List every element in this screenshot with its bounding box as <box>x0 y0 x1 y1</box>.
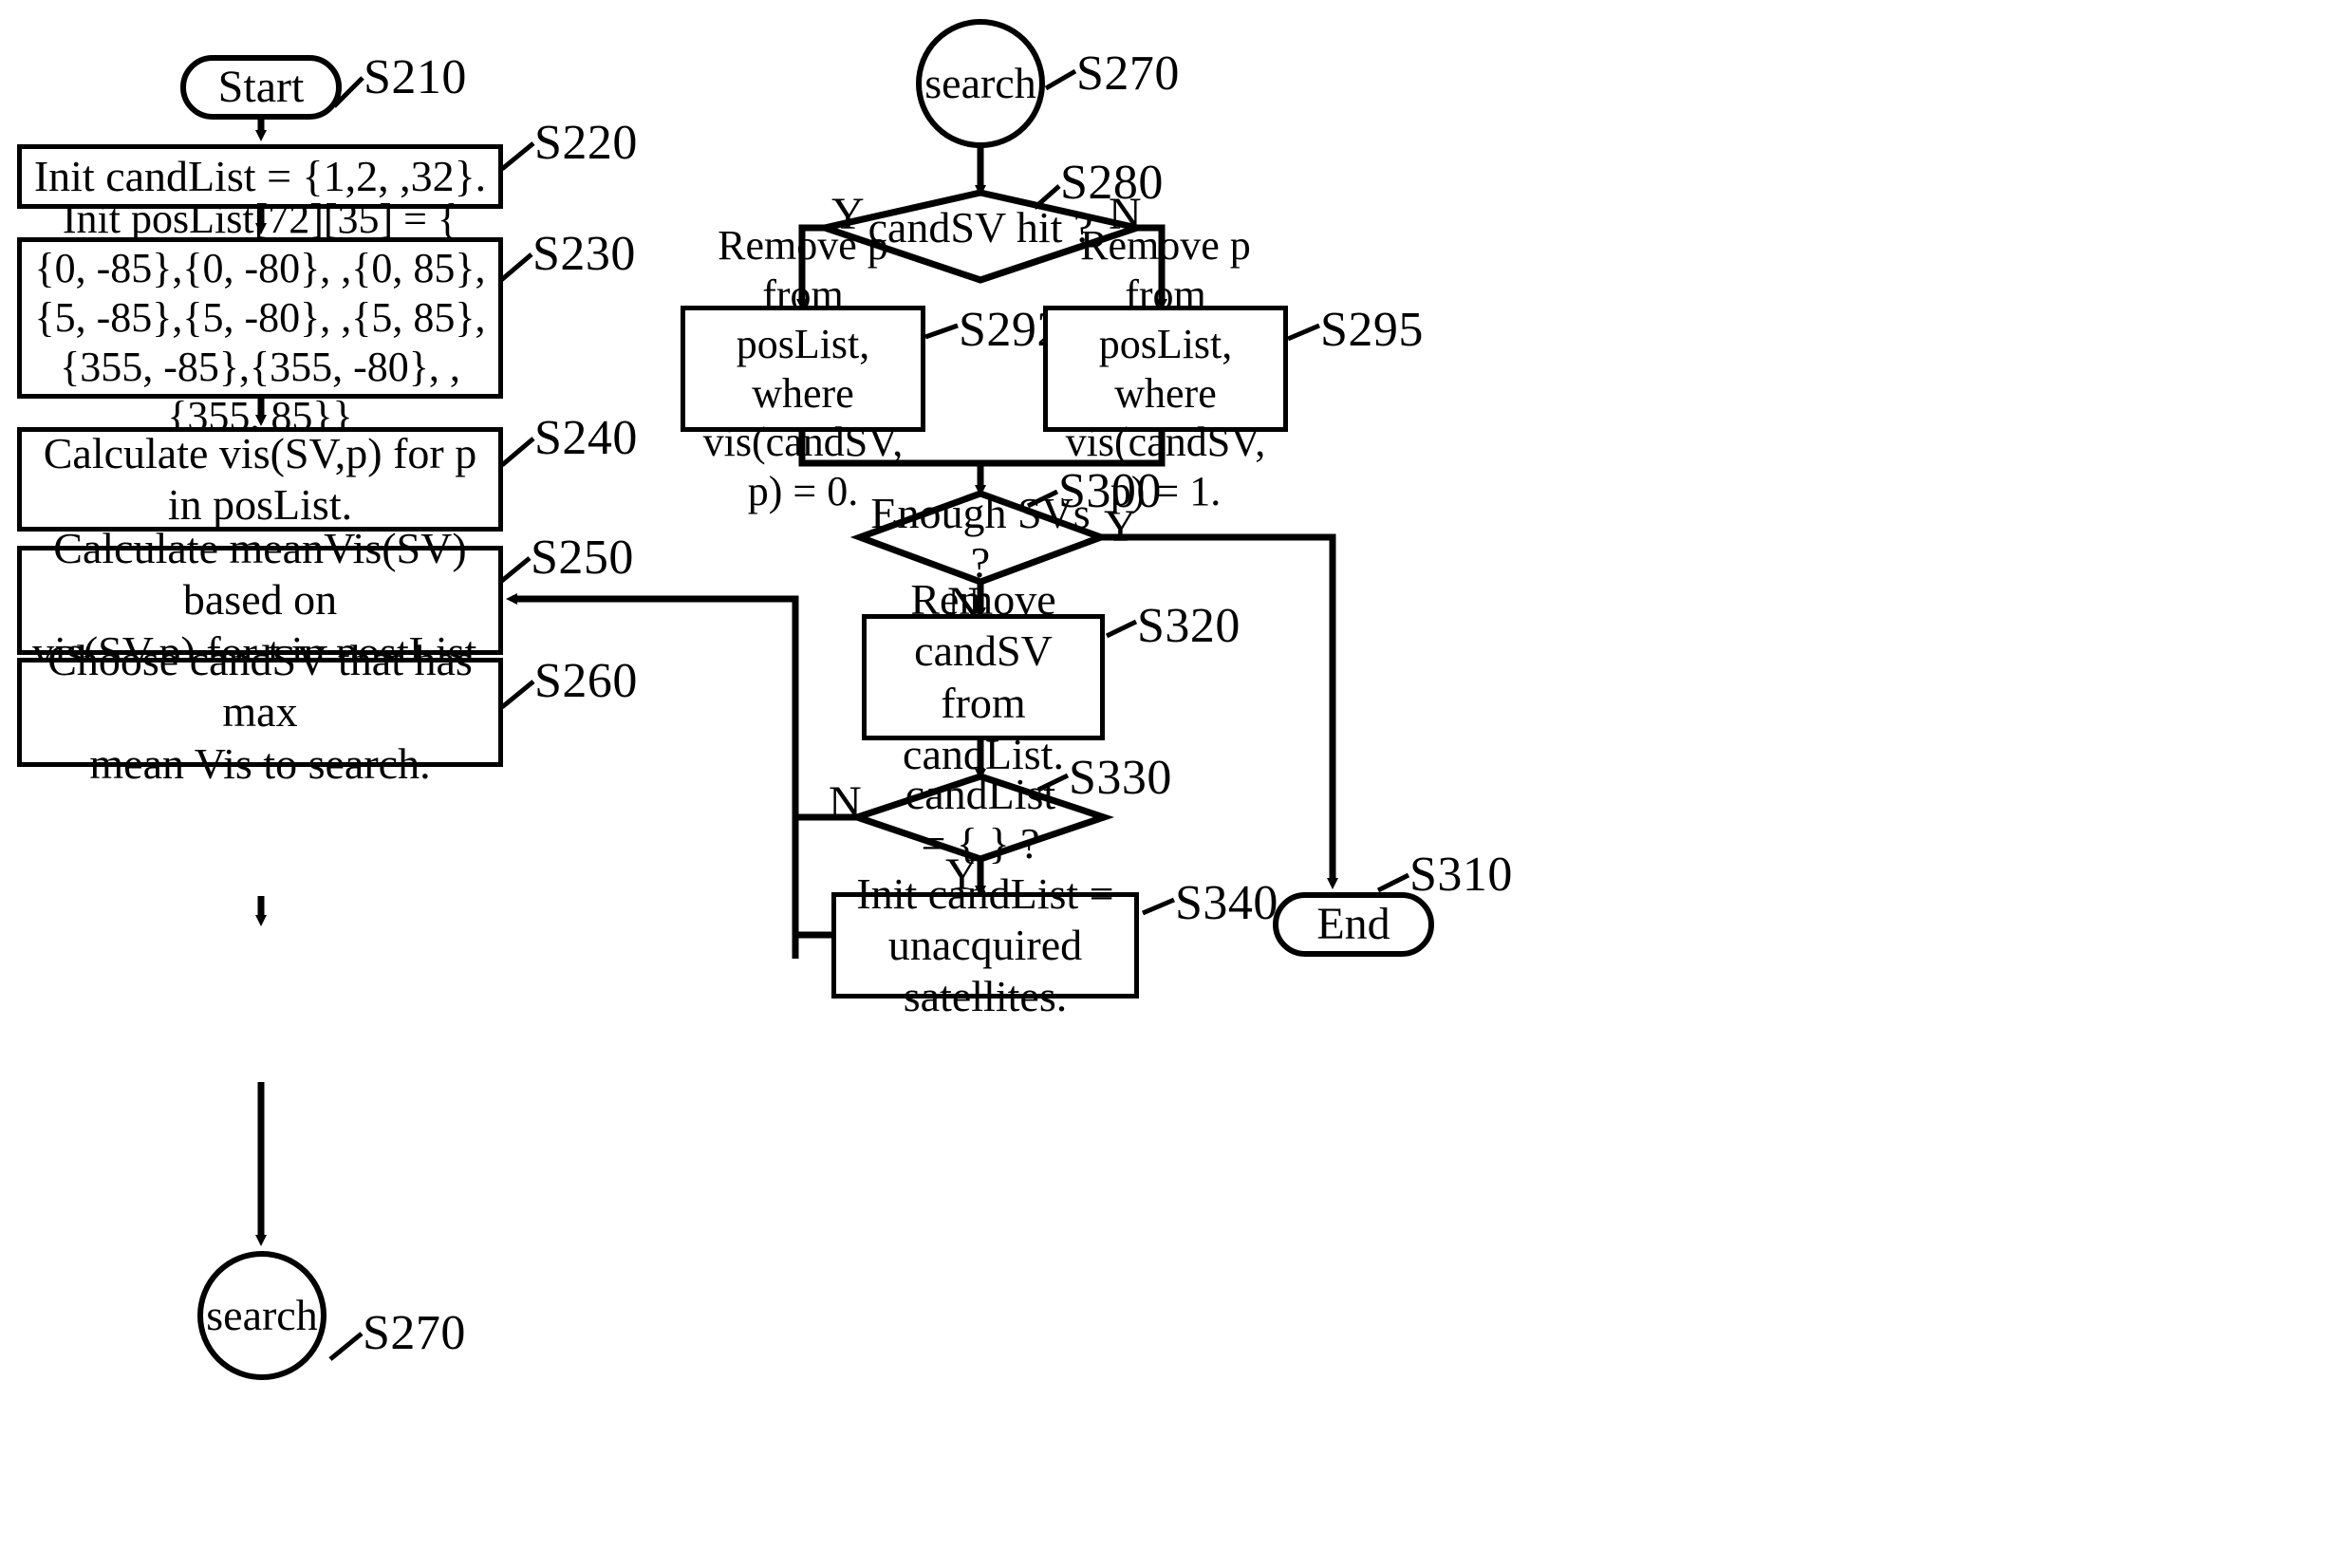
ref-s295: S295 <box>1320 303 1424 357</box>
calc-vis-label: Calculate vis(SV,p) for p in posList. <box>43 428 477 529</box>
remove-p-vis0-line-2: posList, where <box>736 320 870 417</box>
init-candlist-unacquired-box: Init candList = unacquired satellites. <box>831 869 1139 1020</box>
candlist-empty-line-2: = { } ? <box>921 819 1040 868</box>
candlist-empty-decision: candList = { } ? <box>887 770 1073 868</box>
remove-p-vis1-line-2: posList, where <box>1098 320 1233 417</box>
choose-candsv-line-2: mean Vis to search. <box>89 738 431 788</box>
candlist-empty-line-1: candList <box>905 770 1056 819</box>
ref-s270-left: S270 <box>363 1306 466 1360</box>
remove-candsv-line-2: from candList. <box>903 678 1064 778</box>
ref-s320: S320 <box>1137 599 1241 653</box>
ref-s210: S210 <box>364 50 467 104</box>
search-connector-right: search <box>916 19 1045 148</box>
ref-s230: S230 <box>532 227 636 281</box>
search-connector-right-label: search <box>924 58 1036 107</box>
remove-p-vis1-box: Remove p from posList, where vis(candSV,… <box>1043 222 1288 514</box>
choose-candsv-box: Choose candSV that has max mean Vis to s… <box>17 636 503 788</box>
start-label: Start <box>217 61 305 112</box>
calc-vis-box: Calculate vis(SV,p) for p in posList. <box>17 427 503 532</box>
ref-s260: S260 <box>534 654 638 708</box>
ref-s330: S330 <box>1069 751 1172 805</box>
remove-p-vis0-line-1: Remove p from <box>718 221 888 318</box>
ref-s270-right: S270 <box>1076 47 1180 101</box>
remove-candsv-line-1: Remove candSV <box>910 574 1056 676</box>
ref-s250: S250 <box>531 531 634 585</box>
choose-candsv-line-1: Choose candSV that has max <box>47 636 473 737</box>
ref-s240: S240 <box>534 411 638 465</box>
ref-s310: S310 <box>1409 848 1513 902</box>
flowchart-canvas: Start S210 Init candList = {1,2, ,32}. S… <box>0 0 2351 1568</box>
calc-meanvis-line-1: Calculate meanVis(SV) based on <box>53 524 467 625</box>
remove-p-vis1-line-1: Remove p from <box>1080 221 1251 318</box>
remove-candsv-box: Remove candSV from candList. <box>862 575 1105 778</box>
init-candlist-unacquired-line-1: Init candList = <box>856 868 1114 918</box>
end-label: End <box>1316 898 1390 949</box>
enough-svs-decision: Enough SVs ? <box>868 489 1092 587</box>
init-poslist-line-3: {5, -85},{5, -80}, ,{5, 85}, <box>34 294 486 342</box>
init-poslist-line-2: {0, -85},{0, -80}, ,{0, 85}, <box>34 245 486 292</box>
ref-s220: S220 <box>534 116 638 170</box>
start-terminator: Start <box>180 55 342 120</box>
search-connector-left: search <box>197 1251 327 1380</box>
candlist-empty-no-label: N <box>829 777 862 828</box>
init-candlist-unacquired-line-2: unacquired satellites. <box>887 920 1083 1021</box>
init-poslist-line-1: Init posList[72][35] = { <box>62 196 458 243</box>
init-poslist-box: Init posList[72][35] = { {0, -85},{0, -8… <box>17 196 503 439</box>
search-connector-left-label: search <box>206 1290 318 1339</box>
enough-svs-yes-label: Y <box>1104 501 1137 551</box>
ref-s340: S340 <box>1175 876 1278 930</box>
remove-p-vis0-box: Remove p from posList, where vis(candSV,… <box>681 222 925 514</box>
